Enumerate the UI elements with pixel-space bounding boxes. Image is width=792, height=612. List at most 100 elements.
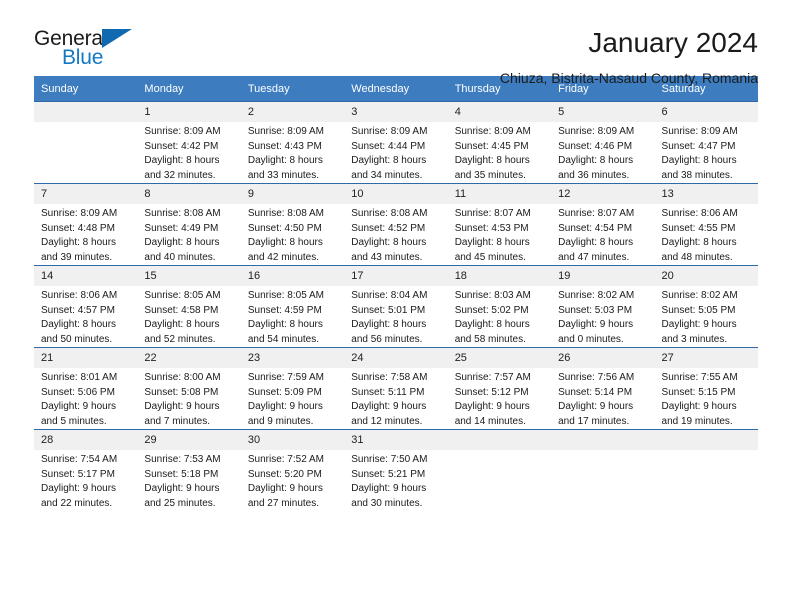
day-cell-content: 7 Sunrise: 8:09 AM Sunset: 4:48 PM Daylight…: [34, 184, 138, 265]
detail-sunrise: Sunrise: 7:52 AM: [247, 454, 324, 466]
detail-daylight-line2: and 32 minutes.: [144, 169, 216, 181]
calendar-day-cell[interactable]: 26 Sunrise: 7:56 AM Sunset: 5:14 PM Dayligh…: [551, 347, 655, 430]
detail-sunrise: Sunrise: 8:05 AM: [247, 290, 324, 302]
calendar-day-cell-empty: [447, 429, 552, 512]
detail-daylight-line1: Daylight: 8 hours: [351, 155, 427, 167]
detail-daylight-line2: and 47 minutes.: [558, 251, 630, 263]
day-number: 12: [551, 184, 655, 205]
calendar-day-cell[interactable]: 25 Sunrise: 7:57 AM Sunset: 5:12 PM Dayligh…: [447, 347, 552, 430]
calendar-day-cell[interactable]: 11 Sunrise: 8:07 AM Sunset: 4:53 PM Dayligh…: [447, 183, 552, 266]
detail-daylight-line1: Daylight: 9 hours: [661, 401, 737, 413]
day-details: Sunrise: 8:05 AM Sunset: 4:59 PM Daylight:…: [241, 286, 344, 347]
day-cell-content: 10 Sunrise: 8:08 AM Sunset: 4:52 PM Dayligh…: [344, 184, 448, 265]
day-number: [34, 102, 138, 122]
detail-sunset: Sunset: 5:08 PM: [144, 386, 219, 398]
detail-sunrise: Sunrise: 7:55 AM: [661, 372, 738, 384]
day-details: Sunrise: 8:09 AM Sunset: 4:44 PM Daylight:…: [344, 122, 447, 183]
detail-daylight-line1: Daylight: 8 hours: [558, 237, 634, 249]
detail-daylight-line2: and 42 minutes.: [247, 251, 320, 263]
calendar-day-cell[interactable]: 16 Sunrise: 8:05 AM Sunset: 4:59 PM Dayligh…: [240, 265, 345, 348]
detail-sunset: Sunset: 5:14 PM: [558, 386, 633, 398]
detail-sunset: Sunset: 4:58 PM: [144, 304, 219, 316]
calendar-day-cell[interactable]: 5 Sunrise: 8:09 AM Sunset: 4:46 PM Daylight…: [551, 100, 655, 184]
detail-sunset: Sunset: 4:46 PM: [558, 140, 633, 152]
detail-daylight-line2: and 38 minutes.: [661, 169, 733, 181]
detail-sunset: Sunset: 4:48 PM: [41, 222, 115, 234]
calendar-day-cell[interactable]: 22 Sunrise: 8:00 AM Sunset: 5:08 PM Dayligh…: [137, 347, 241, 430]
calendar-week-row: 28 Sunrise: 7:54 AM Sunset: 5:17 PM Dayligh…: [34, 429, 758, 512]
calendar-day-cell[interactable]: 29 Sunrise: 7:53 AM Sunset: 5:18 PM Dayligh…: [137, 429, 241, 512]
day-details: Sunrise: 7:59 AM Sunset: 5:09 PM Daylight:…: [241, 368, 344, 429]
day-number: 24: [344, 348, 448, 369]
detail-sunset: Sunset: 4:44 PM: [351, 140, 426, 152]
calendar-day-cell[interactable]: 20 Sunrise: 8:02 AM Sunset: 5:05 PM Dayligh…: [654, 265, 758, 348]
day-cell-content: 15 Sunrise: 8:05 AM Sunset: 4:58 PM Dayligh…: [137, 266, 241, 347]
calendar-day-cell[interactable]: 21 Sunrise: 8:01 AM Sunset: 5:06 PM Dayligh…: [34, 347, 138, 430]
detail-daylight-line2: and 40 minutes.: [144, 251, 216, 263]
calendar-day-cell[interactable]: 3 Sunrise: 8:09 AM Sunset: 4:44 PM Daylight…: [344, 100, 448, 184]
day-details: Sunrise: 8:05 AM Sunset: 4:58 PM Daylight:…: [137, 286, 240, 347]
detail-daylight-line2: and 50 minutes.: [41, 333, 113, 345]
page-title: January 2024: [588, 27, 758, 58]
detail-sunset: Sunset: 5:20 PM: [247, 468, 322, 480]
detail-daylight-line2: and 39 minutes.: [41, 251, 113, 263]
day-number: 10: [344, 184, 448, 205]
calendar-day-cell[interactable]: 13 Sunrise: 8:06 AM Sunset: 4:55 PM Dayligh…: [654, 183, 758, 266]
calendar-day-cell[interactable]: 15 Sunrise: 8:05 AM Sunset: 4:58 PM Dayligh…: [137, 265, 241, 348]
detail-daylight-line2: and 30 minutes.: [351, 497, 423, 509]
calendar-day-cell[interactable]: 10 Sunrise: 8:08 AM Sunset: 4:52 PM Dayligh…: [344, 183, 448, 266]
day-cell-content: 13 Sunrise: 8:06 AM Sunset: 4:55 PM Dayligh…: [654, 184, 758, 265]
calendar-day-cell[interactable]: 14 Sunrise: 8:06 AM Sunset: 4:57 PM Dayligh…: [34, 265, 138, 348]
detail-sunrise: Sunrise: 8:08 AM: [144, 208, 221, 220]
day-details: Sunrise: 7:50 AM Sunset: 5:21 PM Daylight:…: [344, 450, 447, 511]
calendar-day-cell[interactable]: 27 Sunrise: 7:55 AM Sunset: 5:15 PM Dayligh…: [654, 347, 758, 430]
detail-sunset: Sunset: 5:06 PM: [41, 386, 115, 398]
calendar-week-row: 21 Sunrise: 8:01 AM Sunset: 5:06 PM Dayligh…: [34, 347, 758, 430]
calendar-day-cell[interactable]: 30 Sunrise: 7:52 AM Sunset: 5:20 PM Dayligh…: [240, 429, 345, 512]
day-details: Sunrise: 8:02 AM Sunset: 5:05 PM Daylight:…: [655, 286, 758, 347]
day-cell-content: 2 Sunrise: 8:09 AM Sunset: 4:43 PM Daylight…: [240, 102, 345, 183]
detail-daylight-line2: and 27 minutes.: [247, 497, 320, 509]
calendar-day-cell[interactable]: 7 Sunrise: 8:09 AM Sunset: 4:48 PM Daylight…: [34, 183, 138, 266]
day-cell-content: 27 Sunrise: 7:55 AM Sunset: 5:15 PM Dayligh…: [654, 348, 758, 429]
detail-daylight-line1: Daylight: 8 hours: [247, 155, 323, 167]
detail-daylight-line1: Daylight: 9 hours: [351, 401, 427, 413]
day-number: 16: [240, 266, 345, 287]
calendar-day-cell[interactable]: 19 Sunrise: 8:02 AM Sunset: 5:03 PM Dayligh…: [551, 265, 655, 348]
calendar-day-cell[interactable]: 9 Sunrise: 8:08 AM Sunset: 4:50 PM Daylight…: [240, 183, 345, 266]
calendar-day-cell[interactable]: 8 Sunrise: 8:08 AM Sunset: 4:49 PM Daylight…: [137, 183, 241, 266]
calendar-day-cell[interactable]: 12 Sunrise: 8:07 AM Sunset: 4:54 PM Dayligh…: [551, 183, 655, 266]
detail-sunset: Sunset: 5:21 PM: [351, 468, 426, 480]
calendar-day-cell[interactable]: 23 Sunrise: 7:59 AM Sunset: 5:09 PM Dayligh…: [240, 347, 345, 430]
calendar-day-cell[interactable]: 1 Sunrise: 8:09 AM Sunset: 4:42 PM Daylight…: [137, 100, 241, 184]
calendar-day-cell[interactable]: 17 Sunrise: 8:04 AM Sunset: 5:01 PM Dayligh…: [344, 265, 448, 348]
day-details: Sunrise: 8:06 AM Sunset: 4:57 PM Daylight:…: [34, 286, 137, 347]
detail-sunset: Sunset: 5:02 PM: [454, 304, 529, 316]
detail-daylight-line2: and 56 minutes.: [351, 333, 423, 345]
detail-sunrise: Sunrise: 8:09 AM: [41, 208, 118, 220]
calendar-day-cell[interactable]: 28 Sunrise: 7:54 AM Sunset: 5:17 PM Dayligh…: [34, 429, 138, 512]
detail-sunset: Sunset: 5:03 PM: [558, 304, 633, 316]
day-cell-content: 19 Sunrise: 8:02 AM Sunset: 5:03 PM Dayligh…: [551, 266, 655, 347]
detail-daylight-line1: Daylight: 8 hours: [41, 319, 117, 331]
detail-sunrise: Sunrise: 8:08 AM: [351, 208, 428, 220]
calendar-day-cell[interactable]: 2 Sunrise: 8:09 AM Sunset: 4:43 PM Daylight…: [240, 100, 345, 184]
day-number: 6: [654, 102, 758, 123]
calendar-day-cell[interactable]: 18 Sunrise: 8:03 AM Sunset: 5:02 PM Dayligh…: [447, 265, 552, 348]
day-cell-content: 22 Sunrise: 8:00 AM Sunset: 5:08 PM Dayligh…: [137, 348, 241, 429]
day-number: 15: [137, 266, 241, 287]
day-cell-content: 16 Sunrise: 8:05 AM Sunset: 4:59 PM Dayligh…: [240, 266, 345, 347]
detail-sunset: Sunset: 4:43 PM: [247, 140, 322, 152]
general-blue-logo[interactable]: General Blue: [34, 28, 144, 74]
day-details: Sunrise: 8:09 AM Sunset: 4:47 PM Daylight:…: [655, 122, 758, 183]
day-details: Sunrise: 7:55 AM Sunset: 5:15 PM Daylight:…: [655, 368, 758, 429]
day-cell-content: 6 Sunrise: 8:09 AM Sunset: 4:47 PM Daylight…: [654, 102, 758, 183]
detail-daylight-line1: Daylight: 8 hours: [454, 155, 530, 167]
calendar-day-cell[interactable]: 31 Sunrise: 7:50 AM Sunset: 5:21 PM Dayligh…: [344, 429, 448, 512]
detail-daylight-line2: and 43 minutes.: [351, 251, 423, 263]
calendar-day-cell[interactable]: 4 Sunrise: 8:09 AM Sunset: 4:45 PM Daylight…: [447, 100, 552, 184]
day-cell-content: 9 Sunrise: 8:08 AM Sunset: 4:50 PM Daylight…: [240, 184, 345, 265]
calendar-day-cell[interactable]: 24 Sunrise: 7:58 AM Sunset: 5:11 PM Dayligh…: [344, 347, 448, 430]
calendar-day-cell[interactable]: 6 Sunrise: 8:09 AM Sunset: 4:47 PM Daylight…: [654, 100, 758, 184]
detail-sunrise: Sunrise: 8:09 AM: [144, 126, 221, 138]
